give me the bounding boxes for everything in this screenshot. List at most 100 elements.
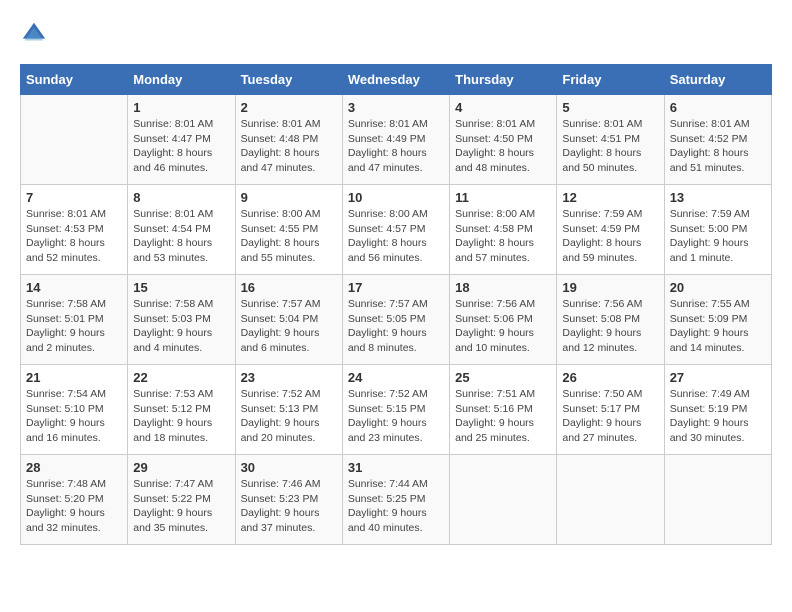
day-content: Sunrise: 7:52 AM Sunset: 5:15 PM Dayligh…	[348, 387, 444, 446]
header-cell-wednesday: Wednesday	[342, 65, 449, 95]
day-cell	[21, 95, 128, 185]
day-content: Sunrise: 8:01 AM Sunset: 4:54 PM Dayligh…	[133, 207, 229, 266]
day-number: 16	[241, 280, 337, 295]
day-number: 19	[562, 280, 658, 295]
day-content: Sunrise: 7:50 AM Sunset: 5:17 PM Dayligh…	[562, 387, 658, 446]
day-content: Sunrise: 8:01 AM Sunset: 4:47 PM Dayligh…	[133, 117, 229, 176]
day-number: 12	[562, 190, 658, 205]
day-number: 8	[133, 190, 229, 205]
week-row-3: 14 Sunrise: 7:58 AM Sunset: 5:01 PM Dayli…	[21, 275, 772, 365]
day-number: 5	[562, 100, 658, 115]
day-number: 13	[670, 190, 766, 205]
day-content: Sunrise: 7:52 AM Sunset: 5:13 PM Dayligh…	[241, 387, 337, 446]
day-content: Sunrise: 7:56 AM Sunset: 5:08 PM Dayligh…	[562, 297, 658, 356]
day-number: 31	[348, 460, 444, 475]
day-content: Sunrise: 7:48 AM Sunset: 5:20 PM Dayligh…	[26, 477, 122, 536]
day-cell: 28Sunrise: 7:48 AM Sunset: 5:20 PM Dayli…	[21, 455, 128, 545]
header-cell-friday: Friday	[557, 65, 664, 95]
day-cell: 9Sunrise: 8:00 AM Sunset: 4:55 PM Daylig…	[235, 185, 342, 275]
day-content: Sunrise: 7:59 AM Sunset: 4:59 PM Dayligh…	[562, 207, 658, 266]
header-cell-thursday: Thursday	[450, 65, 557, 95]
day-content: Sunrise: 7:51 AM Sunset: 5:16 PM Dayligh…	[455, 387, 551, 446]
calendar-body: 1 Sunrise: 8:01 AM Sunset: 4:47 PM Daylig…	[21, 95, 772, 545]
day-cell	[664, 455, 771, 545]
day-cell: 12 Sunrise: 7:59 AM Sunset: 4:59 PM Dayli…	[557, 185, 664, 275]
day-content: Sunrise: 7:55 AM Sunset: 5:09 PM Dayligh…	[670, 297, 766, 356]
day-cell	[557, 455, 664, 545]
day-content: Sunrise: 7:59 AM Sunset: 5:00 PM Dayligh…	[670, 207, 766, 266]
week-row-2: 7 Sunrise: 8:01 AM Sunset: 4:53 PM Daylig…	[21, 185, 772, 275]
day-cell: 8 Sunrise: 8:01 AM Sunset: 4:54 PM Daylig…	[128, 185, 235, 275]
day-cell: 27Sunrise: 7:49 AM Sunset: 5:19 PM Dayli…	[664, 365, 771, 455]
day-number: 20	[670, 280, 766, 295]
day-cell: 29 Sunrise: 7:47 AM Sunset: 5:22 PM Dayli…	[128, 455, 235, 545]
day-number: 3	[348, 100, 444, 115]
day-number: 24	[348, 370, 444, 385]
day-number: 18	[455, 280, 551, 295]
day-number: 1	[133, 100, 229, 115]
day-number: 21	[26, 370, 122, 385]
week-row-4: 21 Sunrise: 7:54 AM Sunset: 5:10 PM Dayli…	[21, 365, 772, 455]
week-row-1: 1 Sunrise: 8:01 AM Sunset: 4:47 PM Daylig…	[21, 95, 772, 185]
day-cell: 25 Sunrise: 7:51 AM Sunset: 5:16 PM Dayli…	[450, 365, 557, 455]
day-cell: 6Sunrise: 8:01 AM Sunset: 4:52 PM Daylig…	[664, 95, 771, 185]
week-row-5: 28Sunrise: 7:48 AM Sunset: 5:20 PM Dayli…	[21, 455, 772, 545]
day-number: 23	[241, 370, 337, 385]
day-cell: 31 Sunrise: 7:44 AM Sunset: 5:25 PM Dayli…	[342, 455, 449, 545]
day-content: Sunrise: 7:53 AM Sunset: 5:12 PM Dayligh…	[133, 387, 229, 446]
day-cell: 3 Sunrise: 8:01 AM Sunset: 4:49 PM Daylig…	[342, 95, 449, 185]
day-content: Sunrise: 7:58 AM Sunset: 5:03 PM Dayligh…	[133, 297, 229, 356]
page-header	[20, 20, 772, 48]
day-content: Sunrise: 8:01 AM Sunset: 4:53 PM Dayligh…	[26, 207, 122, 266]
day-content: Sunrise: 8:01 AM Sunset: 4:49 PM Dayligh…	[348, 117, 444, 176]
header-cell-sunday: Sunday	[21, 65, 128, 95]
day-content: Sunrise: 7:57 AM Sunset: 5:05 PM Dayligh…	[348, 297, 444, 356]
day-cell: 18 Sunrise: 7:56 AM Sunset: 5:06 PM Dayli…	[450, 275, 557, 365]
day-number: 14	[26, 280, 122, 295]
day-content: Sunrise: 7:58 AM Sunset: 5:01 PM Dayligh…	[26, 297, 122, 356]
calendar-table: SundayMondayTuesdayWednesdayThursdayFrid…	[20, 64, 772, 545]
day-number: 2	[241, 100, 337, 115]
day-number: 25	[455, 370, 551, 385]
day-cell: 11Sunrise: 8:00 AM Sunset: 4:58 PM Dayli…	[450, 185, 557, 275]
day-number: 9	[241, 190, 337, 205]
day-number: 10	[348, 190, 444, 205]
day-cell: 1 Sunrise: 8:01 AM Sunset: 4:47 PM Daylig…	[128, 95, 235, 185]
day-content: Sunrise: 7:47 AM Sunset: 5:22 PM Dayligh…	[133, 477, 229, 536]
day-content: Sunrise: 8:01 AM Sunset: 4:51 PM Dayligh…	[562, 117, 658, 176]
calendar-header: SundayMondayTuesdayWednesdayThursdayFrid…	[21, 65, 772, 95]
day-number: 11	[455, 190, 551, 205]
day-cell: 20 Sunrise: 7:55 AM Sunset: 5:09 PM Dayli…	[664, 275, 771, 365]
day-cell: 14 Sunrise: 7:58 AM Sunset: 5:01 PM Dayli…	[21, 275, 128, 365]
day-cell	[450, 455, 557, 545]
day-cell: 19 Sunrise: 7:56 AM Sunset: 5:08 PM Dayli…	[557, 275, 664, 365]
day-content: Sunrise: 8:01 AM Sunset: 4:52 PM Dayligh…	[670, 117, 766, 176]
day-number: 22	[133, 370, 229, 385]
day-content: Sunrise: 7:46 AM Sunset: 5:23 PM Dayligh…	[241, 477, 337, 536]
day-content: Sunrise: 7:56 AM Sunset: 5:06 PM Dayligh…	[455, 297, 551, 356]
header-cell-tuesday: Tuesday	[235, 65, 342, 95]
day-number: 4	[455, 100, 551, 115]
day-cell: 13 Sunrise: 7:59 AM Sunset: 5:00 PM Dayli…	[664, 185, 771, 275]
day-content: Sunrise: 7:54 AM Sunset: 5:10 PM Dayligh…	[26, 387, 122, 446]
day-cell: 22 Sunrise: 7:53 AM Sunset: 5:12 PM Dayli…	[128, 365, 235, 455]
day-cell: 26 Sunrise: 7:50 AM Sunset: 5:17 PM Dayli…	[557, 365, 664, 455]
day-content: Sunrise: 8:01 AM Sunset: 4:48 PM Dayligh…	[241, 117, 337, 176]
day-number: 29	[133, 460, 229, 475]
day-content: Sunrise: 8:01 AM Sunset: 4:50 PM Dayligh…	[455, 117, 551, 176]
day-cell: 24 Sunrise: 7:52 AM Sunset: 5:15 PM Dayli…	[342, 365, 449, 455]
logo	[20, 20, 52, 48]
day-content: Sunrise: 7:57 AM Sunset: 5:04 PM Dayligh…	[241, 297, 337, 356]
day-cell: 7 Sunrise: 8:01 AM Sunset: 4:53 PM Daylig…	[21, 185, 128, 275]
day-cell: 5 Sunrise: 8:01 AM Sunset: 4:51 PM Daylig…	[557, 95, 664, 185]
day-cell: 10Sunrise: 8:00 AM Sunset: 4:57 PM Dayli…	[342, 185, 449, 275]
logo-icon	[20, 20, 48, 48]
day-cell: 30Sunrise: 7:46 AM Sunset: 5:23 PM Dayli…	[235, 455, 342, 545]
day-number: 26	[562, 370, 658, 385]
day-cell: 4 Sunrise: 8:01 AM Sunset: 4:50 PM Daylig…	[450, 95, 557, 185]
day-cell: 2 Sunrise: 8:01 AM Sunset: 4:48 PM Daylig…	[235, 95, 342, 185]
header-row: SundayMondayTuesdayWednesdayThursdayFrid…	[21, 65, 772, 95]
day-number: 7	[26, 190, 122, 205]
day-content: Sunrise: 7:49 AM Sunset: 5:19 PM Dayligh…	[670, 387, 766, 446]
day-content: Sunrise: 7:44 AM Sunset: 5:25 PM Dayligh…	[348, 477, 444, 536]
